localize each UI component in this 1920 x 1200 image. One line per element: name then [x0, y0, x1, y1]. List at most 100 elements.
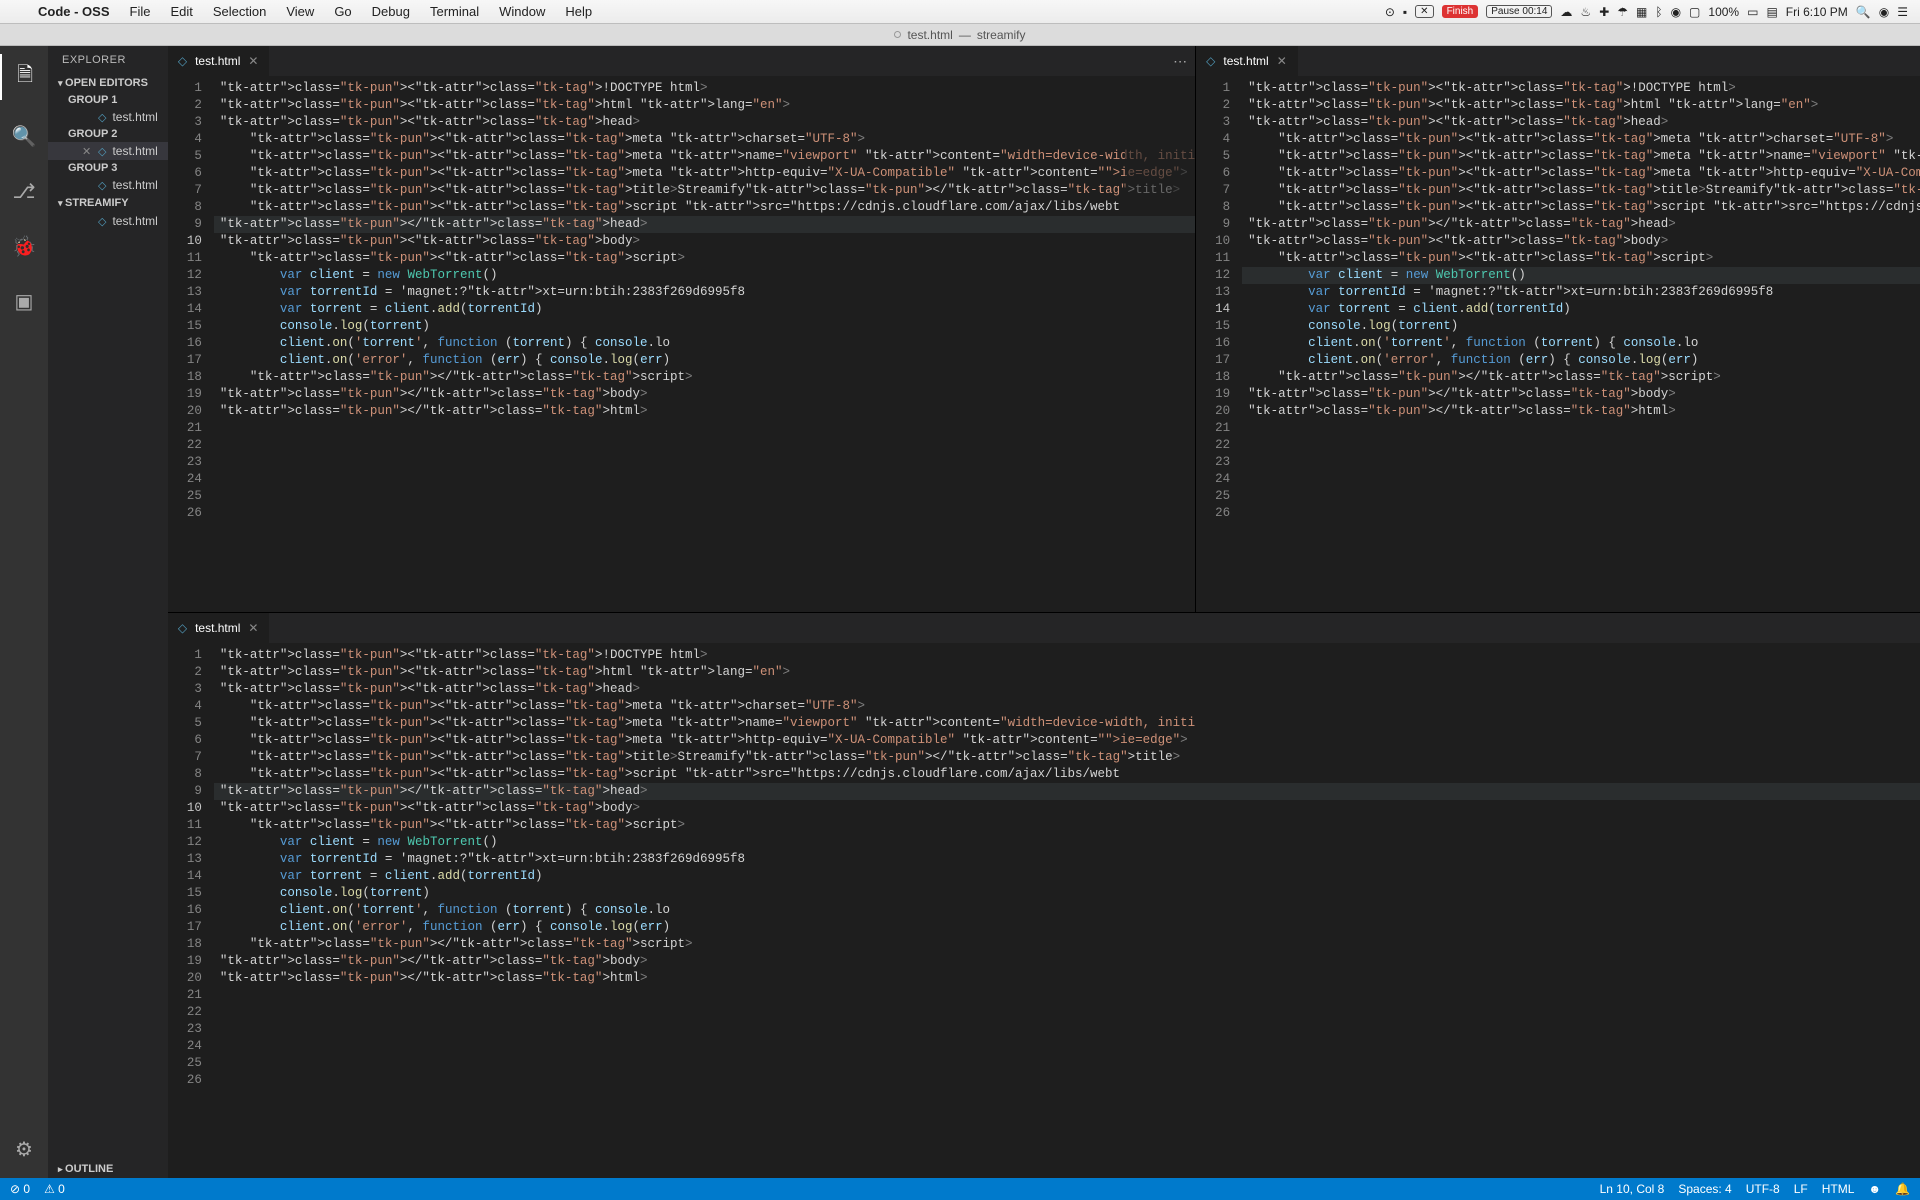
status-spaces[interactable]: Spaces: 4	[1678, 1182, 1731, 1196]
clock[interactable]: Fri 6:10 PM	[1786, 5, 1848, 19]
grid-icon[interactable]: ▦	[1636, 5, 1647, 19]
code-line[interactable]: console.log(torrent)	[214, 885, 1920, 902]
siri-icon[interactable]: ◉	[1879, 5, 1889, 19]
code-line[interactable]: "tk-attr">class="tk-pun"><"tk-attr">clas…	[214, 647, 1920, 664]
code-line[interactable]: "tk-attr">class="tk-pun"><"tk-attr">clas…	[214, 732, 1920, 749]
code-line[interactable]: var torrent = client.add(torrentId)	[1242, 301, 1920, 318]
code-body[interactable]: "tk-attr">class="tk-pun"><"tk-attr">clas…	[214, 76, 1195, 612]
code-line[interactable]: "tk-attr">class="tk-pun"></"tk-attr">cla…	[214, 970, 1920, 987]
flame-icon[interactable]: ♨	[1580, 5, 1591, 19]
code-line[interactable]: "tk-attr">class="tk-pun"></"tk-attr">cla…	[214, 386, 1195, 403]
code-line[interactable]: "tk-attr">class="tk-pun"><"tk-attr">clas…	[214, 800, 1920, 817]
code-line[interactable]: var torrentId = 'magnet:?"tk-attr">xt=ur…	[1242, 284, 1920, 301]
code-line[interactable]: "tk-attr">class="tk-pun"><"tk-attr">clas…	[214, 233, 1195, 250]
code-line[interactable]: "tk-attr">class="tk-pun"><"tk-attr">clas…	[214, 817, 1920, 834]
code-editor[interactable]: 1234567891011121314151617181920212223242…	[168, 643, 1920, 1179]
menu-terminal[interactable]: Terminal	[420, 4, 489, 19]
code-line[interactable]: var client = new WebTorrent()	[214, 834, 1920, 851]
status-language[interactable]: HTML	[1822, 1182, 1855, 1196]
code-line[interactable]: "tk-attr">class="tk-pun"><"tk-attr">clas…	[1242, 131, 1920, 148]
project-file-item[interactable]: ◇test.html	[48, 212, 168, 230]
debug-icon[interactable]: 🐞	[0, 228, 48, 265]
close-icon[interactable]: ✕	[82, 145, 92, 158]
search-icon[interactable]: 🔍	[0, 118, 48, 155]
cloud-icon[interactable]: ☁	[1560, 5, 1572, 19]
code-line[interactable]: "tk-attr">class="tk-pun"><"tk-attr">clas…	[214, 148, 1195, 165]
plus-icon[interactable]: ✚	[1599, 5, 1609, 19]
bell-icon[interactable]: 🔔	[1895, 1182, 1910, 1196]
code-line[interactable]: "tk-attr">class="tk-pun"><"tk-attr">clas…	[214, 698, 1920, 715]
battery-pct[interactable]: 100%	[1708, 5, 1739, 19]
close-icon[interactable]: ✕	[1277, 54, 1287, 68]
code-line[interactable]: "tk-attr">class="tk-pun"><"tk-attr">clas…	[214, 250, 1195, 267]
status-encoding[interactable]: UTF-8	[1746, 1182, 1780, 1196]
code-line[interactable]: "tk-attr">class="tk-pun"><"tk-attr">clas…	[1242, 199, 1920, 216]
code-line[interactable]: "tk-attr">class="tk-pun"><"tk-attr">clas…	[1242, 148, 1920, 165]
bluetooth-icon[interactable]: ᛒ	[1655, 5, 1662, 19]
status-cursor-pos[interactable]: Ln 10, Col 8	[1600, 1182, 1665, 1196]
code-line[interactable]: client.on('torrent', function (torrent) …	[1242, 335, 1920, 352]
app-name[interactable]: Code - OSS	[28, 4, 120, 19]
status-errors[interactable]: ⊘ 0	[10, 1182, 30, 1196]
editor-tab[interactable]: ◇test.html✕	[168, 613, 270, 643]
code-line[interactable]: var torrent = client.add(torrentId)	[214, 301, 1195, 318]
outline-section[interactable]: OUTLINE	[48, 1160, 168, 1178]
menu-file[interactable]: File	[120, 4, 161, 19]
code-line[interactable]: client.on('torrent', function (torrent) …	[214, 902, 1920, 919]
code-line[interactable]: "tk-attr">class="tk-pun"></"tk-attr">cla…	[1242, 403, 1920, 420]
code-line[interactable]: "tk-attr">class="tk-pun"><"tk-attr">clas…	[214, 114, 1195, 131]
code-line[interactable]: console.log(torrent)	[214, 318, 1195, 335]
code-line[interactable]: "tk-attr">class="tk-pun"></"tk-attr">cla…	[214, 783, 1920, 800]
status-icon[interactable]: ⊙	[1385, 5, 1395, 19]
editor-more-icon[interactable]: ⋯	[1165, 53, 1195, 70]
code-line[interactable]: var client = new WebTorrent()	[214, 267, 1195, 284]
status-warnings[interactable]: ⚠ 0	[44, 1182, 65, 1196]
pause-pill[interactable]: Pause 00:14	[1486, 5, 1552, 18]
code-body[interactable]: "tk-attr">class="tk-pun"><"tk-attr">clas…	[1242, 76, 1920, 612]
menu-edit[interactable]: Edit	[160, 4, 202, 19]
code-line[interactable]: "tk-attr">class="tk-pun"></"tk-attr">cla…	[214, 403, 1195, 420]
editor-tab[interactable]: ◇test.html✕	[168, 46, 270, 76]
code-line[interactable]: console.log(torrent)	[1242, 318, 1920, 335]
code-line[interactable]: "tk-attr">class="tk-pun"><"tk-attr">clas…	[214, 681, 1920, 698]
code-line[interactable]: "tk-attr">class="tk-pun"><"tk-attr">clas…	[1242, 80, 1920, 97]
code-line[interactable]: "tk-attr">class="tk-pun"><"tk-attr">clas…	[214, 182, 1195, 199]
code-line[interactable]: "tk-attr">class="tk-pun"><"tk-attr">clas…	[1242, 182, 1920, 199]
code-line[interactable]: client.on('error', function (err) { cons…	[214, 919, 1920, 936]
feedback-icon[interactable]: ☻	[1868, 1182, 1881, 1196]
airplay-icon[interactable]: ▢	[1689, 5, 1700, 19]
code-line[interactable]: "tk-attr">class="tk-pun"><"tk-attr">clas…	[1242, 114, 1920, 131]
menu-icon[interactable]: ☰	[1897, 5, 1908, 19]
code-line[interactable]: "tk-attr">class="tk-pun"><"tk-attr">clas…	[214, 199, 1195, 216]
code-line[interactable]: "tk-attr">class="tk-pun"></"tk-attr">cla…	[214, 216, 1195, 233]
wifi-icon[interactable]: ◉	[1671, 5, 1681, 19]
code-line[interactable]: "tk-attr">class="tk-pun"></"tk-attr">cla…	[214, 936, 1920, 953]
menu-window[interactable]: Window	[489, 4, 555, 19]
display-icon[interactable]: ▤	[1766, 5, 1777, 19]
open-editor-item[interactable]: ◇test.html	[48, 108, 168, 126]
code-line[interactable]: "tk-attr">class="tk-pun"><"tk-attr">clas…	[214, 766, 1920, 783]
open-editor-item[interactable]: ✕◇test.html	[48, 142, 168, 160]
close-pill[interactable]: ✕	[1415, 5, 1433, 18]
extensions-icon[interactable]: ▣	[0, 283, 48, 320]
code-editor[interactable]: 1234567891011121314151617181920212223242…	[1196, 76, 1920, 612]
explorer-icon[interactable]: 🗎	[0, 54, 48, 100]
umbrella-icon[interactable]: ☂	[1617, 5, 1628, 19]
status-eol[interactable]: LF	[1794, 1182, 1808, 1196]
code-line[interactable]: "tk-attr">class="tk-pun"><"tk-attr">clas…	[214, 664, 1920, 681]
code-line[interactable]: "tk-attr">class="tk-pun"><"tk-attr">clas…	[214, 165, 1195, 182]
battery-icon[interactable]: ▭	[1747, 5, 1758, 19]
code-line[interactable]: client.on('error', function (err) { cons…	[1242, 352, 1920, 369]
code-line[interactable]: "tk-attr">class="tk-pun"><"tk-attr">clas…	[1242, 97, 1920, 114]
code-line[interactable]: client.on('torrent', function (torrent) …	[214, 335, 1195, 352]
settings-gear-icon[interactable]: ⚙	[0, 1131, 48, 1168]
finish-pill[interactable]: Finish	[1442, 5, 1479, 18]
project-section[interactable]: STREAMIFY	[48, 194, 168, 212]
code-line[interactable]: var client = new WebTorrent()	[1242, 267, 1920, 284]
open-editor-item[interactable]: ◇test.html	[48, 176, 168, 194]
code-line[interactable]: client.on('error', function (err) { cons…	[214, 352, 1195, 369]
code-line[interactable]: "tk-attr">class="tk-pun"><"tk-attr">clas…	[1242, 233, 1920, 250]
code-line[interactable]: "tk-attr">class="tk-pun"><"tk-attr">clas…	[214, 715, 1920, 732]
code-line[interactable]: "tk-attr">class="tk-pun"><"tk-attr">clas…	[1242, 250, 1920, 267]
code-line[interactable]: "tk-attr">class="tk-pun"><"tk-attr">clas…	[1242, 165, 1920, 182]
